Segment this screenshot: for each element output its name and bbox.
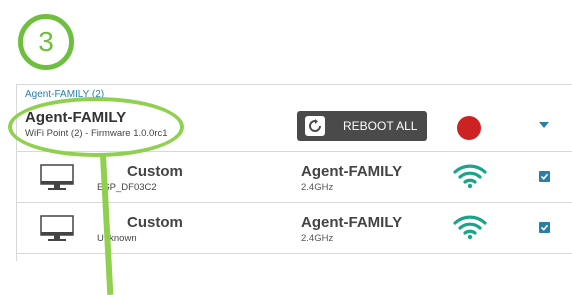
device-ssid: Agent-FAMILY xyxy=(301,163,403,180)
wifi-icon xyxy=(453,163,487,194)
device-band: 2.4GHz xyxy=(301,182,334,193)
device-checkbox[interactable] xyxy=(539,222,550,233)
chevron-down-icon[interactable] xyxy=(539,122,549,128)
step-number-badge: 3 xyxy=(18,14,74,70)
device-name: Custom xyxy=(127,163,183,180)
device-id: Unknown xyxy=(97,233,137,244)
monitor-icon xyxy=(39,164,75,197)
device-name: Custom xyxy=(127,214,183,231)
highlight-ellipse xyxy=(8,97,184,157)
status-indicator xyxy=(457,116,481,140)
device-row[interactable]: Custom Unknown Agent-FAMILY 2.4GHz xyxy=(17,203,572,254)
monitor-icon xyxy=(39,215,75,248)
device-checkbox[interactable] xyxy=(539,171,550,182)
wifi-icon xyxy=(453,214,487,245)
reboot-all-button[interactable]: REBOOT ALL xyxy=(297,111,427,141)
reboot-icon xyxy=(305,116,325,136)
step-number: 3 xyxy=(38,26,54,57)
device-ssid: Agent-FAMILY xyxy=(301,214,403,231)
device-band: 2.4GHz xyxy=(301,233,334,244)
reboot-all-label: REBOOT ALL xyxy=(343,119,418,133)
